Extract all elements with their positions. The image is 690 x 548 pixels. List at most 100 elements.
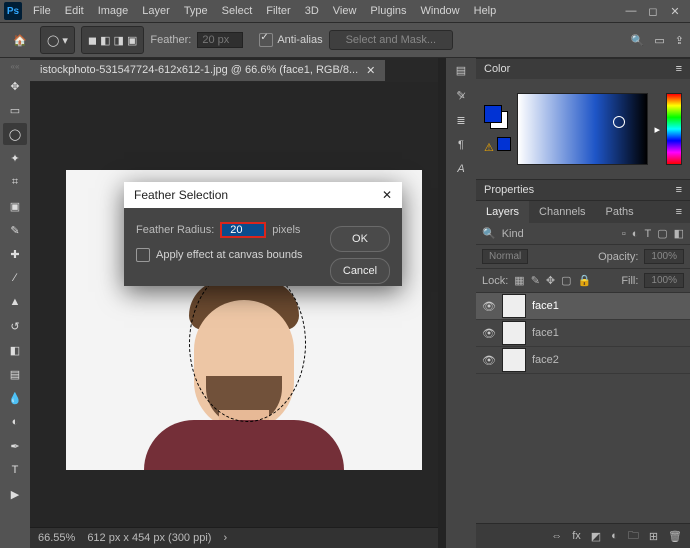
selection-mode-group[interactable]: ◼ ◧ ◨ ▣: [81, 26, 144, 54]
layout-icon[interactable]: ▭: [654, 34, 664, 47]
layer-row[interactable]: 👁 face1: [476, 320, 690, 347]
hue-spectrum[interactable]: [666, 93, 682, 165]
filter-smart-icon[interactable]: ◧: [674, 227, 684, 240]
lock-brush-icon[interactable]: ✎: [531, 274, 540, 287]
path-select-tool-icon[interactable]: ▶: [3, 483, 27, 505]
panel-menu-icon[interactable]: ≡: [668, 201, 690, 223]
tab-layers[interactable]: Layers: [476, 201, 529, 223]
canvas-viewport[interactable]: ↖ Feather Selection ✕ Feather Radius: 20…: [30, 82, 438, 527]
anti-alias-checkbox[interactable]: Anti-alias: [259, 33, 322, 47]
menu-layer[interactable]: Layer: [135, 0, 177, 22]
dodge-tool-icon[interactable]: ◐: [3, 411, 27, 433]
opacity-input[interactable]: 100%: [644, 249, 684, 264]
zoom-level[interactable]: 66.55%: [38, 532, 75, 544]
delete-layer-icon[interactable]: 🗑: [668, 530, 682, 543]
search-icon[interactable]: 🔍: [631, 34, 645, 47]
chevron-right-icon[interactable]: ›: [223, 532, 227, 544]
stamp-tool-icon[interactable]: ▲: [3, 291, 27, 313]
filter-adjust-icon[interactable]: ◐: [632, 228, 639, 240]
dialog-titlebar[interactable]: Feather Selection ✕: [124, 182, 402, 208]
color-tab[interactable]: Color: [484, 63, 510, 75]
ok-button[interactable]: OK: [330, 226, 390, 252]
layer-name[interactable]: face1: [532, 300, 559, 312]
layer-mask-icon[interactable]: ◩: [591, 530, 601, 543]
adjustment-icon[interactable]: ◐: [611, 530, 618, 542]
pen-tool-icon[interactable]: ✒: [3, 435, 27, 457]
gradient-tool-icon[interactable]: ▤: [3, 363, 27, 385]
new-layer-icon[interactable]: ⊞: [649, 530, 658, 543]
apply-at-bounds-checkbox[interactable]: [136, 248, 150, 262]
fill-input[interactable]: 100%: [644, 273, 684, 288]
healing-tool-icon[interactable]: ✚: [3, 243, 27, 265]
cancel-button[interactable]: Cancel: [330, 258, 390, 284]
menu-type[interactable]: Type: [177, 0, 215, 22]
layer-filter-kind[interactable]: Kind: [502, 228, 524, 240]
visibility-icon[interactable]: 👁: [482, 327, 496, 340]
tab-channels[interactable]: Channels: [529, 201, 595, 223]
document-tab[interactable]: istockphoto-531547724-612x612-1.jpg @ 66…: [30, 60, 385, 81]
panel-grip-icon[interactable]: ««: [11, 62, 20, 71]
layer-row[interactable]: 👁 face1: [476, 293, 690, 320]
panel-menu-icon[interactable]: ≡: [676, 184, 682, 196]
filter-pixel-icon[interactable]: ▫: [622, 228, 626, 240]
search-icon[interactable]: 🔍: [482, 227, 496, 240]
select-and-mask-button[interactable]: Select and Mask...: [329, 30, 454, 50]
panel-menu-icon[interactable]: ≡: [676, 63, 682, 75]
home-icon[interactable]: 🏠: [6, 28, 34, 52]
share-icon[interactable]: ⇪: [675, 34, 684, 47]
feather-radius-input[interactable]: 20: [220, 222, 266, 238]
link-layers-icon[interactable]: ⇔: [551, 530, 562, 542]
menu-edit[interactable]: Edit: [58, 0, 91, 22]
lock-artboard-icon[interactable]: ▢: [561, 274, 571, 287]
window-minimize-icon[interactable]: —: [620, 5, 642, 18]
brush-tool-icon[interactable]: ∕: [3, 267, 27, 289]
wand-tool-icon[interactable]: ✦: [3, 147, 27, 169]
menu-3d[interactable]: 3D: [298, 0, 326, 22]
type-tool-icon[interactable]: T: [3, 459, 27, 481]
lock-pixels-icon[interactable]: ▦: [514, 274, 524, 287]
marquee-tool-icon[interactable]: ▭: [3, 99, 27, 121]
layer-name[interactable]: face2: [532, 354, 559, 366]
brushes-panel-icon[interactable]: ✎̷: [456, 89, 465, 102]
character-panel-icon[interactable]: A: [457, 163, 464, 175]
history-panel-icon[interactable]: ▤: [456, 64, 466, 77]
visibility-icon[interactable]: 👁: [482, 300, 496, 313]
menu-window[interactable]: Window: [414, 0, 467, 22]
group-icon[interactable]: 🗀: [628, 527, 639, 546]
dock-divider[interactable]: [438, 58, 446, 548]
frame-tool-icon[interactable]: ▣: [3, 195, 27, 217]
filter-type-icon[interactable]: T: [644, 228, 651, 240]
lock-position-icon[interactable]: ✥: [546, 274, 555, 287]
paragraph-panel-icon[interactable]: ¶: [458, 139, 464, 151]
lasso-preset[interactable]: ◯ ▾: [40, 26, 75, 54]
lock-all-icon[interactable]: 🔒: [578, 274, 592, 287]
history-brush-tool-icon[interactable]: ↺: [3, 315, 27, 337]
crop-tool-icon[interactable]: ⌗: [3, 171, 27, 193]
eraser-tool-icon[interactable]: ◧: [3, 339, 27, 361]
filter-shape-icon[interactable]: ▢: [657, 227, 667, 240]
menu-view[interactable]: View: [326, 0, 364, 22]
menu-plugins[interactable]: Plugins: [363, 0, 413, 22]
layer-style-icon[interactable]: fx: [572, 530, 581, 542]
swatches-panel-icon[interactable]: ≣: [456, 114, 465, 127]
menu-filter[interactable]: Filter: [259, 0, 297, 22]
layer-row[interactable]: 👁 face2: [476, 347, 690, 374]
lasso-tool-icon[interactable]: ◯: [3, 123, 27, 145]
tab-paths[interactable]: Paths: [596, 201, 644, 223]
dialog-close-icon[interactable]: ✕: [382, 188, 392, 202]
foreground-background-swatch[interactable]: [484, 105, 508, 129]
properties-tab[interactable]: Properties: [484, 184, 534, 196]
color-picker[interactable]: [517, 93, 649, 165]
visibility-icon[interactable]: 👁: [482, 354, 496, 367]
window-close-icon[interactable]: ✕: [664, 5, 686, 18]
window-restore-icon[interactable]: ◻: [642, 5, 664, 18]
layer-name[interactable]: face1: [532, 327, 559, 339]
close-tab-icon[interactable]: ✕: [366, 64, 375, 77]
eyedropper-tool-icon[interactable]: ✎: [3, 219, 27, 241]
blend-mode-dropdown[interactable]: Normal: [482, 249, 528, 264]
feather-input[interactable]: [197, 32, 243, 48]
menu-help[interactable]: Help: [467, 0, 504, 22]
menu-file[interactable]: File: [26, 0, 58, 22]
blur-tool-icon[interactable]: 💧: [3, 387, 27, 409]
menu-image[interactable]: Image: [91, 0, 136, 22]
